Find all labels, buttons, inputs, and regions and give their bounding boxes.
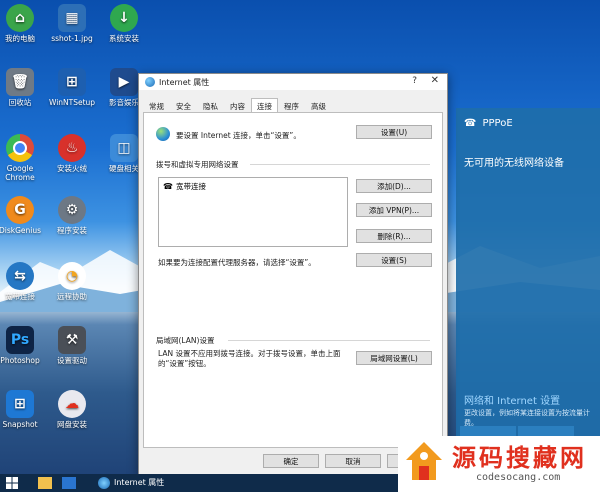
internet-globe-icon bbox=[145, 77, 155, 87]
desktop-icon-chrome[interactable]: Google Chrome bbox=[0, 134, 48, 182]
desktop-icon-remote[interactable]: ◔ 远程协助 bbox=[44, 262, 100, 301]
broadband-connection-icon: ☎ bbox=[163, 182, 173, 191]
setup-text: 要设置 Internet 连接，单击“设置”。 bbox=[176, 131, 301, 140]
desktop-icon-photoshop[interactable]: Ps Photoshop bbox=[0, 326, 48, 365]
proxy-settings-button[interactable]: 设置(S) bbox=[356, 253, 432, 267]
pppoe-connection[interactable]: ☎ PPPoE bbox=[464, 118, 513, 129]
network-flyout: ☎ PPPoE 无可用的无线网络设备 网络和 Internet 设置 更改设置，… bbox=[456, 108, 600, 458]
watermark: 源码搜藏网 codesocang.com bbox=[398, 436, 600, 492]
tab-privacy[interactable]: 隐私 bbox=[197, 98, 224, 112]
desktop-icon-netdisk[interactable]: ☁ 网盘安装 bbox=[44, 390, 100, 429]
add-button[interactable]: 添加(D)... bbox=[356, 179, 432, 193]
desktop-icon-broadband[interactable]: ⇆ 宽带连接 bbox=[0, 262, 48, 301]
file-explorer-icon[interactable] bbox=[38, 477, 52, 489]
setup-button[interactable]: 设置(U) bbox=[356, 125, 432, 139]
desktop-icon-sshot[interactable]: ▦ sshot-1.jpg bbox=[44, 4, 100, 43]
photoshop-icon: Ps bbox=[6, 326, 34, 354]
dialup-group-divider bbox=[250, 164, 430, 165]
media-icon: ▶ bbox=[110, 68, 138, 96]
driver-icon: ⚒ bbox=[58, 326, 86, 354]
tab-connections[interactable]: 连接 bbox=[251, 98, 278, 112]
taskbar-window-label[interactable]: Internet 属性 bbox=[114, 477, 164, 488]
snapshot-icon: ⊞ bbox=[6, 390, 34, 418]
house-logo-icon bbox=[406, 442, 442, 480]
huorong-icon: ♨ bbox=[58, 134, 86, 162]
help-button[interactable]: ? bbox=[412, 76, 417, 86]
ok-button[interactable]: 确定 bbox=[263, 454, 319, 468]
delete-button[interactable]: 删除(R)... bbox=[356, 229, 432, 243]
lan-settings-button[interactable]: 局域网设置(L) bbox=[356, 351, 432, 365]
desktop-icon-driver[interactable]: ⚒ 设置驱动 bbox=[44, 326, 100, 365]
dialog-title: Internet 属性 bbox=[159, 77, 210, 87]
dialog-titlebar[interactable]: Internet 属性 ? ✕ bbox=[139, 74, 447, 90]
tab-general[interactable]: 常规 bbox=[143, 98, 170, 112]
desktop-icon-winntsetup[interactable]: ⊞ WinNTSetup bbox=[44, 68, 100, 107]
close-button[interactable]: ✕ bbox=[431, 75, 439, 86]
proxy-text: 如果要为连接配置代理服务器，请选择“设置”。 bbox=[158, 258, 316, 267]
desktop-icon-recycle-bin[interactable]: 🗑 回收站 bbox=[0, 68, 48, 107]
cloud-icon: ☁ bbox=[58, 390, 86, 418]
remote-icon: ◔ bbox=[58, 262, 86, 290]
diskgenius-icon: G bbox=[6, 196, 34, 224]
connection-list[interactable]: ☎ 宽带连接 bbox=[158, 177, 348, 247]
chrome-icon bbox=[6, 134, 34, 162]
desktop-icon-diskgenius[interactable]: G DiskGenius bbox=[0, 196, 48, 235]
recycle-bin-icon: 🗑 bbox=[6, 68, 34, 96]
tab-programs[interactable]: 程序 bbox=[278, 98, 305, 112]
network-settings-description: 更改设置，例如将某连接设置为按流量计费。 bbox=[464, 409, 590, 427]
windows-start-icon[interactable] bbox=[6, 477, 18, 489]
network-settings-link[interactable]: 网络和 Internet 设置 bbox=[464, 392, 560, 407]
desktop-icon-system-install[interactable]: ↓ 系统安装 bbox=[96, 4, 152, 43]
tab-content[interactable]: 内容 bbox=[224, 98, 251, 112]
add-vpn-button[interactable]: 添加 VPN(P)... bbox=[356, 203, 432, 217]
taskbar-app-icon[interactable] bbox=[62, 477, 76, 489]
internet-options-taskbar-icon[interactable] bbox=[98, 477, 110, 489]
list-item[interactable]: ☎ 宽带连接 bbox=[163, 181, 206, 192]
broadband-icon: ⇆ bbox=[6, 262, 34, 290]
connections-panel: 要设置 Internet 连接，单击“设置”。 设置(U) 拨号和虚拟专用网络设… bbox=[143, 112, 443, 448]
watermark-url: codesocang.com bbox=[476, 472, 561, 483]
dialup-group-label: 拨号和虚拟专用网络设置 bbox=[156, 160, 239, 169]
cancel-button[interactable]: 取消 bbox=[325, 454, 381, 468]
image-file-icon: ▦ bbox=[58, 4, 86, 32]
desktop-icon-snapshot[interactable]: ⊞ Snapshot bbox=[0, 390, 48, 429]
winntsetup-icon: ⊞ bbox=[58, 68, 86, 96]
tab-advanced[interactable]: 高级 bbox=[305, 98, 332, 112]
lan-group-divider bbox=[228, 340, 430, 341]
lan-text: LAN 设置不应用到拨号连接。对于拨号设置，单击上面的“设置”按钮。 bbox=[158, 349, 341, 368]
tab-security[interactable]: 安全 bbox=[170, 98, 197, 112]
no-wifi-text: 无可用的无线网络设备 bbox=[464, 158, 564, 169]
desktop-icon-my-computer[interactable]: ⌂ 我的电脑 bbox=[0, 4, 48, 43]
gear-icon: ⚙ bbox=[58, 196, 86, 224]
internet-properties-dialog: Internet 属性 ? ✕ 常规 安全 隐私 内容 连接 程序 高级 要设置… bbox=[138, 73, 448, 475]
download-icon: ↓ bbox=[110, 4, 138, 32]
computer-icon: ⌂ bbox=[6, 4, 34, 32]
desktop-icon-programs[interactable]: ⚙ 程序安装 bbox=[44, 196, 100, 235]
disk-icon: ◫ bbox=[110, 134, 138, 162]
watermark-name: 源码搜藏网 bbox=[452, 444, 587, 472]
lan-group-label: 局域网(LAN)设置 bbox=[156, 336, 215, 345]
tab-strip: 常规 安全 隐私 内容 连接 程序 高级 bbox=[143, 98, 332, 112]
dialup-icon: ☎ bbox=[464, 118, 477, 129]
setup-globe-icon bbox=[156, 127, 170, 141]
desktop-icon-huorong[interactable]: ♨ 安装火绒 bbox=[44, 134, 100, 173]
